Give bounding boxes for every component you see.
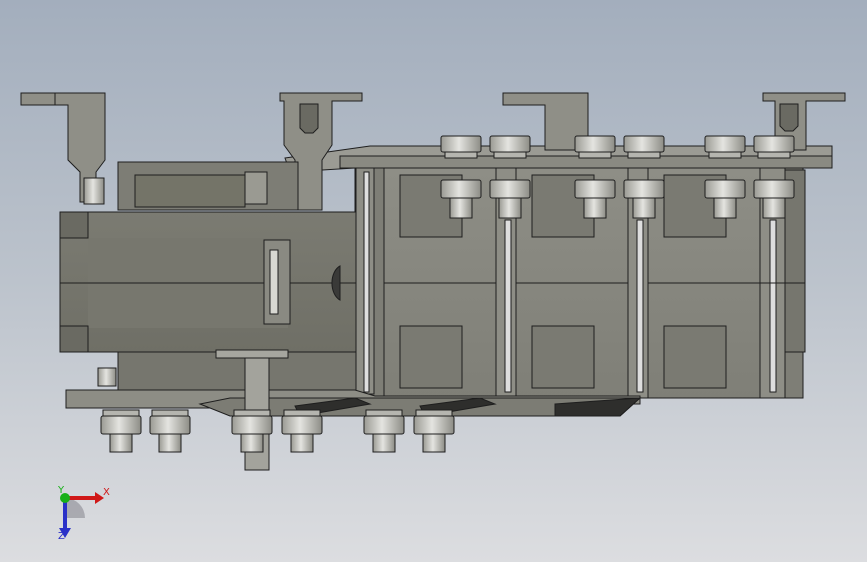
left-small-bolt bbox=[97, 367, 117, 387]
x-axis-label: X bbox=[103, 487, 110, 498]
switch-assembly-model[interactable] bbox=[0, 0, 867, 562]
bottom-hex-nut-1 bbox=[100, 409, 142, 453]
bottom-hex-nut-4 bbox=[281, 409, 323, 453]
bottom-hex-nut-2 bbox=[149, 409, 191, 453]
graphics-viewport[interactable]: X Y Z bbox=[0, 0, 867, 562]
y-axis-label: Y bbox=[58, 485, 65, 496]
left-bolt bbox=[97, 367, 117, 387]
bottom-hex-nut-6 bbox=[413, 409, 455, 453]
bottom-hex-nut-5 bbox=[363, 409, 405, 453]
coordinate-triad: X Y Z bbox=[40, 478, 120, 548]
z-axis-label: Z bbox=[58, 531, 65, 542]
